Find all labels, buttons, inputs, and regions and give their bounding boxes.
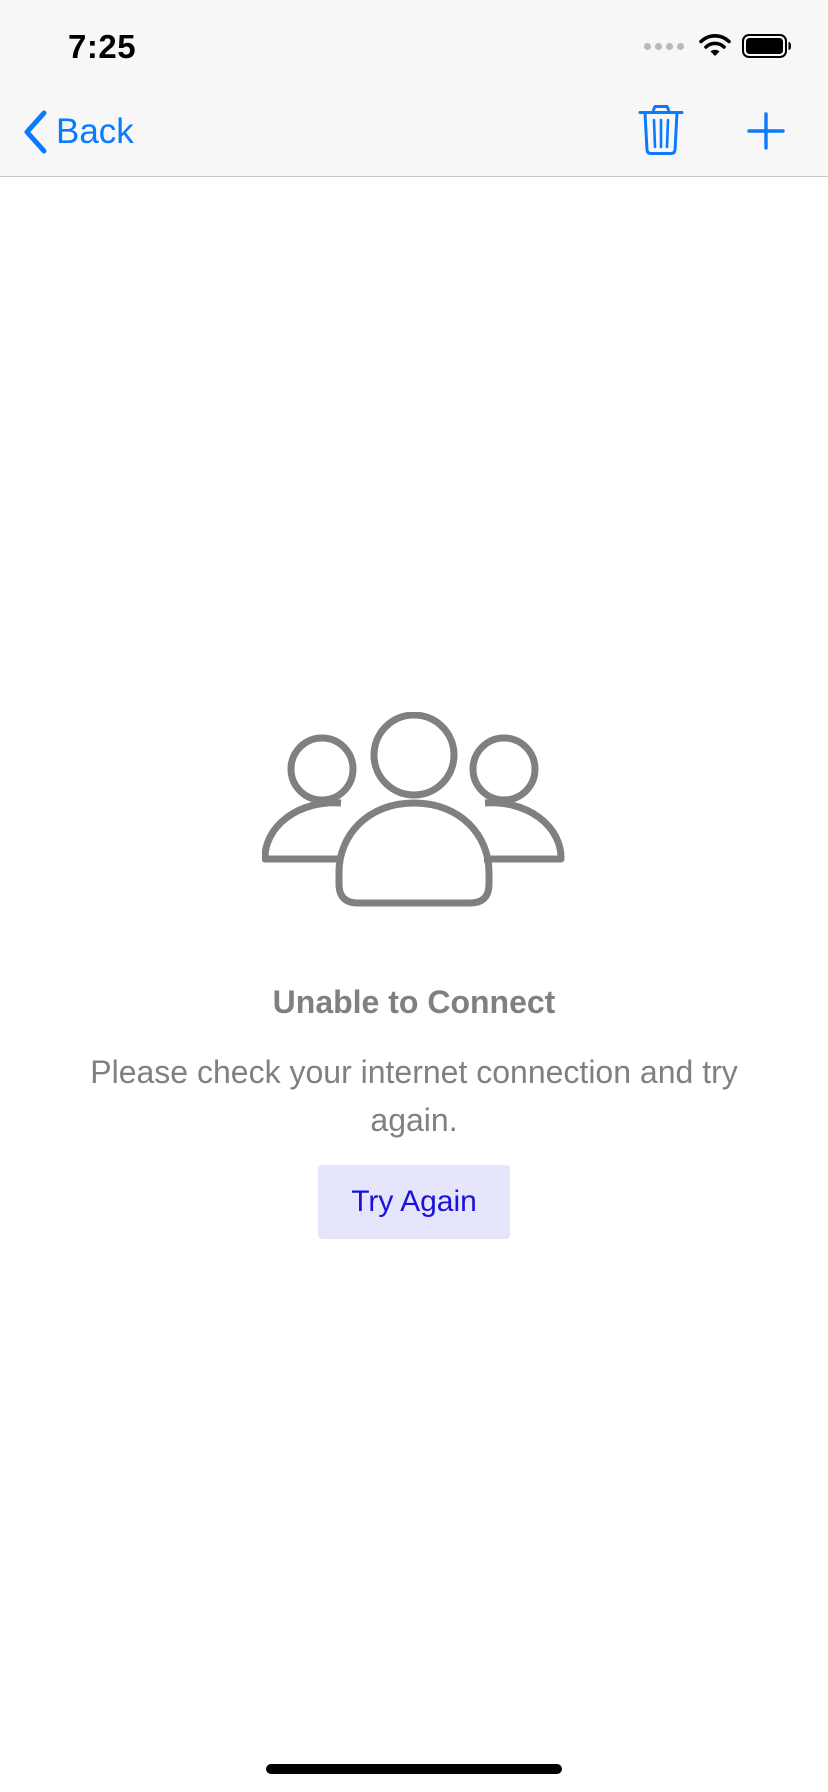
signal-dots-icon <box>644 42 684 50</box>
back-button[interactable]: Back <box>22 108 134 156</box>
chevron-left-icon <box>24 110 47 154</box>
trash-icon[interactable] <box>638 104 684 156</box>
home-indicator[interactable] <box>266 1764 562 1774</box>
battery-icon <box>742 34 791 58</box>
group-people-icon <box>262 712 565 907</box>
plus-icon[interactable] <box>746 111 786 151</box>
back-button-label: Back <box>56 112 134 151</box>
empty-state-title: Unable to Connect <box>272 984 556 1020</box>
empty-state-message: Please check your internet connection an… <box>90 1054 738 1138</box>
status-time: 7:25 <box>68 28 137 65</box>
wifi-icon <box>699 34 731 56</box>
status-icons <box>644 34 792 58</box>
top-bar: 7:25 Back <box>0 0 828 177</box>
try-again-button[interactable]: Try Again <box>318 1165 510 1239</box>
screen: 7:25 Back Unable to Connect Please check… <box>0 0 828 1792</box>
